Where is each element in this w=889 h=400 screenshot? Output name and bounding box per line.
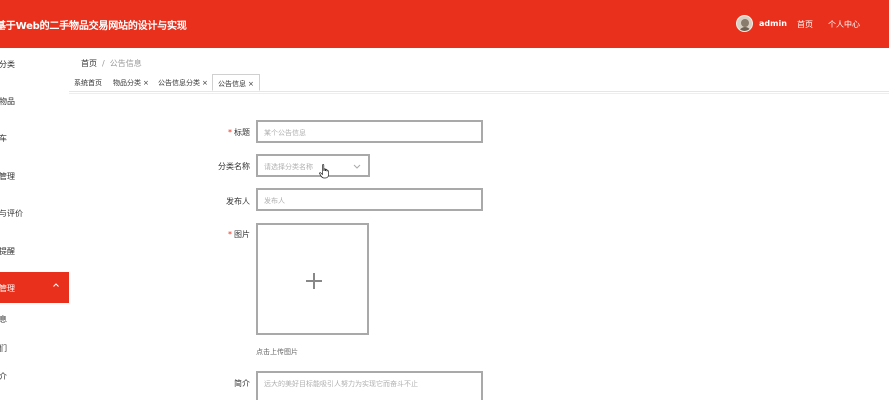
sidebar-item-category[interactable]: 分类 bbox=[0, 48, 69, 79]
sidebar-item-label: 提醒 bbox=[0, 247, 15, 256]
intro-placeholder: 远大的美好目标能吸引人努力为实现它而奋斗不止 bbox=[264, 380, 418, 388]
sidebar-item-label: 与评价 bbox=[0, 209, 23, 218]
tab-announcement-info[interactable]: 公告信息 × bbox=[212, 74, 260, 91]
hand-cursor-icon bbox=[319, 164, 329, 179]
tab-label: 公告信息 bbox=[218, 80, 246, 88]
nav-home-link[interactable]: 首页 bbox=[797, 19, 813, 30]
breadcrumb-current: 公告信息 bbox=[109, 59, 142, 68]
nav-personal-center-link[interactable]: 个人中心 bbox=[828, 19, 860, 30]
tab-label: 物品分类 bbox=[113, 79, 141, 87]
sidebar-item-announcement-management[interactable]: 管理 bbox=[0, 272, 69, 303]
breadcrumb: 首页 / 公告信息 bbox=[81, 58, 142, 69]
required-mark: * bbox=[228, 128, 232, 137]
publisher-placeholder: 发布人 bbox=[264, 197, 285, 205]
top-header-bar: 基于Web的二手物品交易网站的设计与实现 admin 首页 个人中心 bbox=[0, 0, 889, 48]
sidebar-item-goods[interactable]: 物品 bbox=[0, 85, 69, 116]
tab-label: 系统首页 bbox=[74, 79, 102, 87]
content-divider bbox=[69, 93, 889, 94]
category-placeholder: 请选择分类名称 bbox=[264, 163, 313, 171]
tab-system-home[interactable]: 系统首页 bbox=[69, 74, 107, 91]
sidebar-item-label: 们 bbox=[0, 344, 7, 353]
publisher-label: 发布人 bbox=[226, 197, 250, 206]
sidebar-item-label: 分类 bbox=[0, 60, 15, 69]
upload-hint: 点击上传图片 bbox=[256, 348, 298, 356]
sidebar-item-label: 息 bbox=[0, 315, 7, 324]
tab-close-icon[interactable]: × bbox=[202, 79, 208, 87]
sidebar-subitem-about[interactable]: 们 bbox=[0, 332, 69, 363]
title-label: * 标题 bbox=[220, 127, 250, 138]
avatar-body bbox=[739, 27, 751, 31]
sidebar: 分类 物品 车 管理 与评价 提醒 管理 息 们 介 bbox=[0, 48, 69, 400]
tab-announcement-category[interactable]: 公告信息分类 × bbox=[153, 74, 213, 91]
publisher-input[interactable]: 发布人 bbox=[256, 188, 483, 211]
sidebar-item-label: 车 bbox=[0, 134, 7, 143]
avatar-face bbox=[741, 19, 749, 27]
sidebar-subitem-intro[interactable]: 介 bbox=[0, 360, 69, 391]
intro-label: 简介 bbox=[234, 379, 250, 388]
intro-textarea[interactable]: 远大的美好目标能吸引人努力为实现它而奋斗不止 bbox=[256, 371, 483, 400]
plus-icon bbox=[306, 273, 322, 289]
tab-label: 公告信息分类 bbox=[158, 79, 200, 87]
sidebar-item-label: 管理 bbox=[0, 172, 15, 181]
image-label-text: 图片 bbox=[234, 230, 250, 239]
category-select[interactable]: 请选择分类名称 bbox=[256, 154, 370, 177]
tab-close-icon[interactable]: × bbox=[248, 80, 254, 88]
sidebar-item-cart[interactable]: 车 bbox=[0, 122, 69, 153]
image-label: * 图片 bbox=[220, 229, 250, 240]
site-title: 基于Web的二手物品交易网站的设计与实现 bbox=[0, 21, 187, 32]
username-label[interactable]: admin bbox=[759, 19, 787, 28]
required-mark: * bbox=[228, 230, 232, 239]
sidebar-item-reminder[interactable]: 提醒 bbox=[0, 235, 69, 266]
sidebar-item-label: 管理 bbox=[0, 284, 15, 293]
tab-goods-category[interactable]: 物品分类 × bbox=[108, 74, 154, 91]
user-avatar-icon[interactable] bbox=[736, 15, 753, 32]
title-input[interactable]: 某个公告信息 bbox=[256, 120, 483, 143]
sidebar-subitem-info[interactable]: 息 bbox=[0, 303, 69, 334]
sidebar-item-label: 介 bbox=[0, 372, 7, 381]
breadcrumb-separator: / bbox=[102, 59, 105, 68]
sidebar-item-review[interactable]: 与评价 bbox=[0, 197, 69, 228]
tab-close-icon[interactable]: × bbox=[143, 79, 149, 87]
breadcrumb-home[interactable]: 首页 bbox=[81, 59, 97, 68]
title-label-text: 标题 bbox=[234, 128, 250, 137]
sidebar-item-label: 物品 bbox=[0, 97, 15, 106]
sidebar-item-management[interactable]: 管理 bbox=[0, 160, 69, 191]
chevron-up-icon bbox=[53, 283, 59, 287]
chevron-down-icon bbox=[353, 164, 361, 169]
page-tabs: 系统首页 物品分类 × 公告信息分类 × 公告信息 × bbox=[69, 72, 889, 92]
category-label: 分类名称 bbox=[218, 162, 250, 171]
title-placeholder: 某个公告信息 bbox=[264, 129, 306, 137]
image-upload-box[interactable] bbox=[256, 223, 369, 335]
